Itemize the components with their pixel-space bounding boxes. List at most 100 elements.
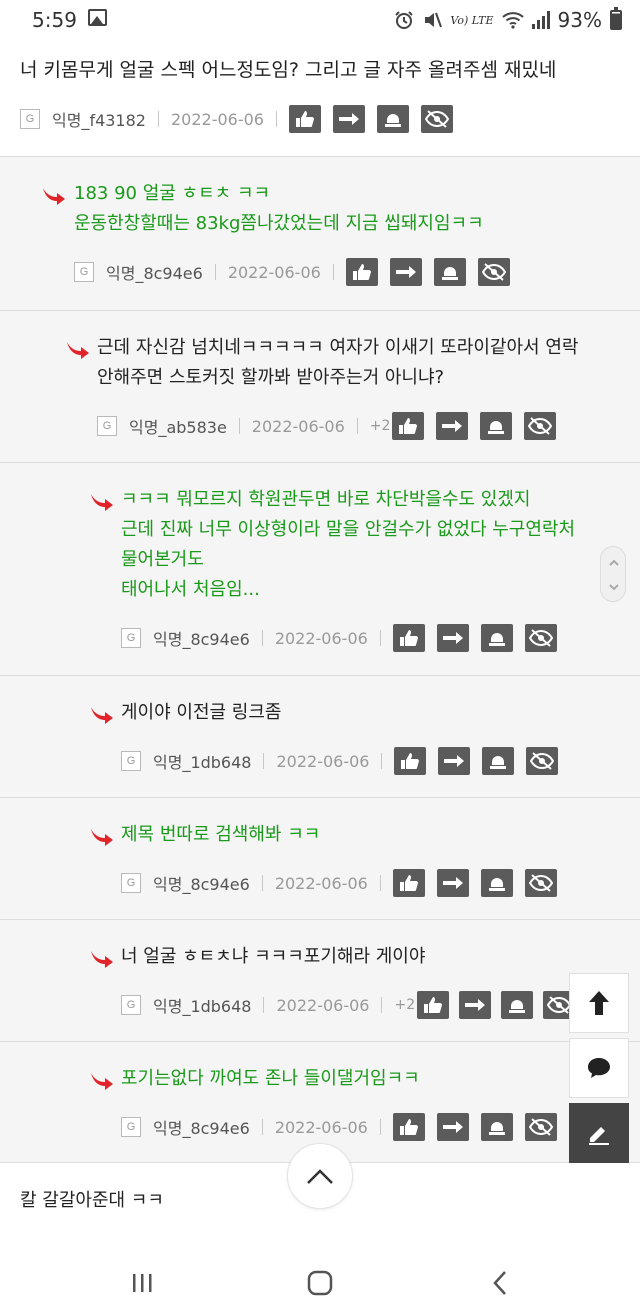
reply-author[interactable]: 익명_8c94e6 [106,260,203,284]
like-button[interactable] [394,747,427,775]
scroll-top-button[interactable] [287,1143,353,1209]
report-button[interactable] [480,869,513,897]
hide-button[interactable] [524,1113,557,1141]
status-icons: Vo) LTE 93% [394,7,622,33]
hide-button[interactable] [420,105,453,133]
comment-text: 칼 갈갈아준대 ㅋㅋ [20,1190,164,1211]
reply-author[interactable]: 익명_ab583e [129,414,227,438]
arrow-right-icon [442,1121,463,1133]
share-button[interactable] [436,1113,469,1141]
report-button[interactable] [480,1113,513,1141]
share-button[interactable] [436,869,469,897]
report-button[interactable] [480,624,513,652]
reply-meta: G 익명_8c94e6 2022-06-06 [74,257,510,287]
like-button[interactable] [417,991,450,1019]
go-top-button[interactable] [569,973,629,1033]
thumbs-up-icon [424,997,443,1013]
report-button[interactable] [376,105,409,133]
alarm-icon [395,11,414,29]
reply-date: 2022-06-06 [274,873,368,893]
arrow-right-icon [465,999,486,1011]
home-button[interactable] [300,1266,340,1300]
reply-author[interactable]: 익명_1db648 [153,749,251,773]
level-badge: G [121,1117,141,1137]
share-button[interactable] [436,624,469,652]
recent-apps-icon [133,1274,152,1292]
reply-actions [392,869,557,897]
reply-meta: G 익명_1db648 2022-06-06 +2 [121,990,576,1020]
share-button[interactable] [436,412,469,440]
eye-slash-icon [530,752,555,770]
share-button[interactable] [459,991,492,1019]
eye-slash-icon [481,263,506,281]
page-scroll-handle[interactable] [600,546,626,602]
reply-text: 너 얼굴 ㅎㅌㅊ냐 ㅋㅋㅋ포기해라 게이야 [121,942,425,972]
reply-author[interactable]: 익명_8c94e6 [153,871,250,895]
like-button[interactable] [392,869,425,897]
divider [381,753,383,769]
post-actions [288,105,453,133]
comment-button[interactable] [569,1038,629,1098]
back-icon [493,1271,506,1295]
signal-icon [531,11,550,29]
divider [214,264,216,280]
report-button[interactable] [480,412,513,440]
wifi-icon [501,12,524,29]
divider [261,1119,263,1135]
like-button[interactable] [345,258,378,286]
battery-icon [610,7,622,30]
reply-text: 근데 자신감 넘치네ㅋㅋㅋㅋㅋ 여자가 이새기 또라이같아서 연락 안해주면 스… [97,333,578,393]
divider [261,630,263,646]
reply-date: 2022-06-06 [227,262,321,282]
back-button[interactable] [480,1266,520,1300]
siren-icon [488,1122,505,1135]
like-button[interactable] [392,412,425,440]
reply-author[interactable]: 익명_8c94e6 [153,1115,250,1139]
hide-button[interactable] [524,412,557,440]
reply-arrow-icon [91,829,113,846]
chevron-up-icon [609,559,619,591]
report-button[interactable] [482,747,515,775]
reply-date: 2022-06-06 [276,751,370,771]
hide-button[interactable] [526,747,559,775]
reply-author[interactable]: 익명_1db648 [153,993,251,1017]
post-author[interactable]: 익명_f43182 [52,107,146,131]
divider [238,418,240,434]
divider [356,418,358,434]
siren-icon [490,756,507,769]
thumbs-up-icon [399,875,418,891]
report-button[interactable] [433,258,466,286]
share-button[interactable] [438,747,471,775]
post-meta: G 익명_f43182 2022-06-06 [20,104,453,134]
report-button[interactable] [501,991,534,1019]
share-button[interactable] [389,258,422,286]
hide-button[interactable] [524,624,557,652]
chat-bubble-icon [588,1058,610,1078]
eye-slash-icon [424,110,449,128]
reply-arrow-icon [91,494,113,511]
share-button[interactable] [332,105,365,133]
chevron-up-icon [307,1169,333,1184]
reply-item: 제목 번따로 검색해봐 ㅋㅋ G 익명_8c94e6 2022-06-06 [0,797,640,920]
like-button[interactable] [392,1113,425,1141]
reply-line: ㅋㅋㅋ 뭐모르지 학원관두면 바로 차단박을수도 있겠지 [121,489,531,510]
eye-slash-icon [547,996,572,1014]
reply-line: 운동한창할때는 83kg쯤나갔었는데 지금 씹돼지임ㅋㅋ [74,213,484,234]
reply-item: 너 얼굴 ㅎㅌㅊ냐 ㅋㅋㅋ포기해라 게이야 G 익명_1db648 2022-0… [0,919,640,1042]
reply-text: 183 90 얼굴 ㅎㅌㅊ ㅋㅋ 운동한창할때는 83kg쯤나갔었는데 지금 씹… [74,179,484,239]
reply-arrow-icon [67,342,89,359]
write-button[interactable] [569,1103,629,1163]
divider [261,875,263,891]
reply-item: 근데 자신감 넘치네ㅋㅋㅋㅋㅋ 여자가 이새기 또라이같아서 연락 안해주면 스… [0,310,640,463]
like-button[interactable] [288,105,321,133]
recent-apps-button[interactable] [122,1266,162,1300]
hide-button[interactable] [477,258,510,286]
like-button[interactable] [392,624,425,652]
thumbs-up-icon [295,111,314,127]
arrow-right-icon [444,755,465,767]
hide-button[interactable] [524,869,557,897]
reply-line: 근데 진짜 너무 이상형이라 말을 안걸수가 없었다 누구연락처 [121,519,576,540]
thumbs-up-icon [399,418,418,434]
reply-arrow-icon [91,951,113,968]
reply-author[interactable]: 익명_8c94e6 [153,626,250,650]
